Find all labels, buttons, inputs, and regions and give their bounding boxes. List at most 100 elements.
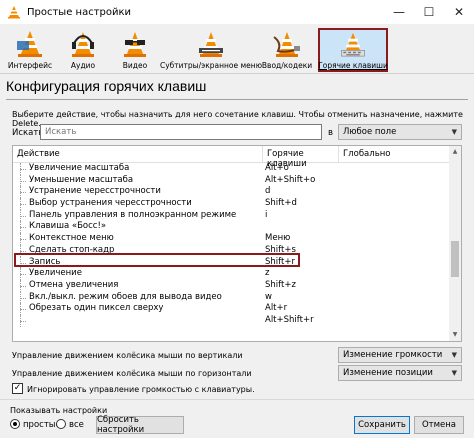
title-bar: Простые настройки — ☐ ✕ [0, 0, 474, 24]
tree-branch [20, 285, 26, 287]
chevron-down-icon: ▼ [451, 351, 457, 359]
cell-action: Контекстное меню [29, 233, 114, 244]
tab-hotkeys[interactable]: Горячие клавиши [318, 28, 388, 72]
wheel-vertical-select[interactable]: Изменение громкости ▼ [338, 347, 462, 363]
close-button[interactable]: ✕ [444, 0, 474, 24]
maximize-button[interactable]: ☐ [414, 0, 444, 24]
search-field-select[interactable]: Любое поле ▼ [338, 124, 462, 140]
cell-global [327, 257, 417, 269]
cancel-button[interactable]: Отмена [414, 416, 464, 434]
wheel-horizontal-select[interactable]: Изменение позиции ▼ [338, 365, 462, 381]
column-header-global[interactable]: Глобально [339, 146, 451, 163]
cell-hotkey: i [265, 209, 268, 220]
tab-video[interactable]: Видео [118, 26, 152, 70]
search-input[interactable] [40, 124, 322, 140]
cell-hotkey: Shift+d [265, 198, 297, 209]
column-header-hotkey[interactable]: Горячие клавиши [263, 146, 339, 169]
table-row[interactable]: Alt+Shift+r [13, 314, 451, 327]
cell-action: Уменьшение масштаба [29, 174, 134, 185]
settings-category-toolbar: Интерфейс Аудио Видео Субтитры/экранное … [0, 24, 474, 72]
table-row[interactable]: Устранение чересстрочности d [13, 186, 451, 199]
cell-global [327, 221, 417, 233]
table-row[interactable]: Клавиша «Босс!» [13, 221, 451, 234]
column-header-action[interactable]: Действие [13, 146, 263, 163]
reset-settings-button[interactable]: Сбросить настройки [96, 415, 184, 435]
tab-input-codecs[interactable]: Ввод/кодеки [262, 26, 312, 70]
cell-action: Клавиша «Босс!» [29, 221, 107, 232]
search-in-label: в [328, 128, 334, 138]
tab-audio[interactable]: Аудио [66, 26, 100, 70]
page-title: Конфигурация горячих клавиш [6, 78, 207, 94]
chevron-down-icon: ▼ [451, 369, 457, 377]
table-header: Действие Горячие клавиши Глобально [13, 146, 451, 169]
cell-action: Запись [29, 256, 61, 267]
tree-branch [20, 192, 26, 194]
radio-all[interactable] [56, 419, 66, 429]
cell-action: Увеличение [29, 268, 82, 279]
cell-action: Сделать стоп-кадр [29, 244, 115, 255]
table-row[interactable]: Уменьшение масштаба Alt+Shift+o [13, 174, 451, 187]
table-row[interactable]: Запись Shift+r [13, 256, 451, 269]
hotkeys-table: Действие Горячие клавиши Глобально Увели… [12, 145, 462, 342]
tree-branch [20, 239, 26, 241]
table-row[interactable]: Вкл./выкл. режим обоев для вывода видео w [13, 291, 451, 304]
cone-subtitles-icon [199, 32, 223, 57]
table-row[interactable]: Выбор устранения чересстрочности Shift+d [13, 198, 451, 210]
ignore-volume-label: Игнорировать управление громкостью с кла… [27, 385, 255, 394]
tree-branch [20, 309, 26, 311]
cell-global [327, 245, 417, 257]
cell-global [327, 175, 417, 187]
cell-hotkey: Shift+s [265, 244, 296, 255]
tree-branch [20, 204, 26, 206]
wheel-vertical-label: Управление движением колёсика мыши по ве… [12, 351, 243, 360]
table-row[interactable]: Панель управления в полноэкранном режиме… [13, 209, 451, 222]
tab-subtitles-osd[interactable]: Субтитры/экранное меню [160, 26, 262, 70]
cell-hotkey: Shift+r [265, 256, 295, 267]
table-row[interactable]: Отмена увеличения Shift+z [13, 279, 451, 292]
cone-headphones-icon [72, 32, 94, 57]
cell-global [327, 210, 417, 222]
tree-branch [20, 274, 26, 276]
table-body: Увеличение масштаба Alt+o Уменьшение масшт… [13, 163, 451, 327]
scrollbar-thumb[interactable] [451, 241, 459, 277]
tree-branch [20, 250, 26, 252]
save-button[interactable]: Сохранить [354, 416, 410, 434]
cell-hotkey: w [265, 291, 272, 302]
table-row[interactable]: Увеличение z [13, 268, 451, 280]
cell-action [13, 315, 251, 327]
window-title: Простые настройки [27, 6, 132, 18]
table-row[interactable]: Сделать стоп-кадр Shift+s [13, 244, 451, 257]
cell-hotkey: Меню [265, 233, 291, 244]
cell-hotkey: z [265, 268, 270, 279]
vlc-cone-icon [8, 6, 20, 19]
cell-action: Панель управления в полноэкранном режиме [29, 209, 237, 220]
cell-action: Устранение чересстрочности [29, 186, 161, 197]
minimize-button[interactable]: — [384, 0, 414, 24]
scroll-down-icon[interactable]: ▼ [449, 329, 461, 341]
table-scrollbar[interactable]: ▲ ▼ [449, 146, 461, 341]
radio-simple[interactable] [10, 419, 20, 429]
table-row[interactable]: Увеличение масштаба Alt+o [13, 163, 451, 175]
cell-hotkey: Alt+o [265, 163, 289, 173]
cell-hotkey: Shift+z [265, 279, 296, 290]
cell-hotkey: d [265, 186, 271, 197]
bottom-divider [0, 399, 474, 400]
tree-branch [20, 297, 26, 299]
table-row[interactable]: Обрезать один пиксел сверху Alt+r [13, 303, 451, 315]
tab-interface[interactable]: Интерфейс [8, 26, 52, 70]
cone-hotkeys-icon [341, 32, 365, 57]
cell-global [327, 315, 417, 327]
cell-action: Отмена увеличения [29, 279, 119, 290]
cell-action: Выбор устранения чересстрочности [29, 198, 192, 209]
scroll-up-icon[interactable]: ▲ [449, 146, 461, 158]
show-settings-label: Показывать настройки [10, 406, 108, 415]
cell-hotkey [251, 221, 327, 233]
table-row[interactable]: Контекстное меню Меню [13, 233, 451, 245]
tree-branch [20, 262, 26, 264]
cell-global [327, 186, 417, 198]
cell-global [327, 233, 417, 245]
cell-global [327, 280, 417, 292]
title-divider [6, 99, 468, 100]
cone-interface-icon [17, 31, 42, 57]
ignore-volume-checkbox[interactable]: ✓ [12, 383, 23, 394]
